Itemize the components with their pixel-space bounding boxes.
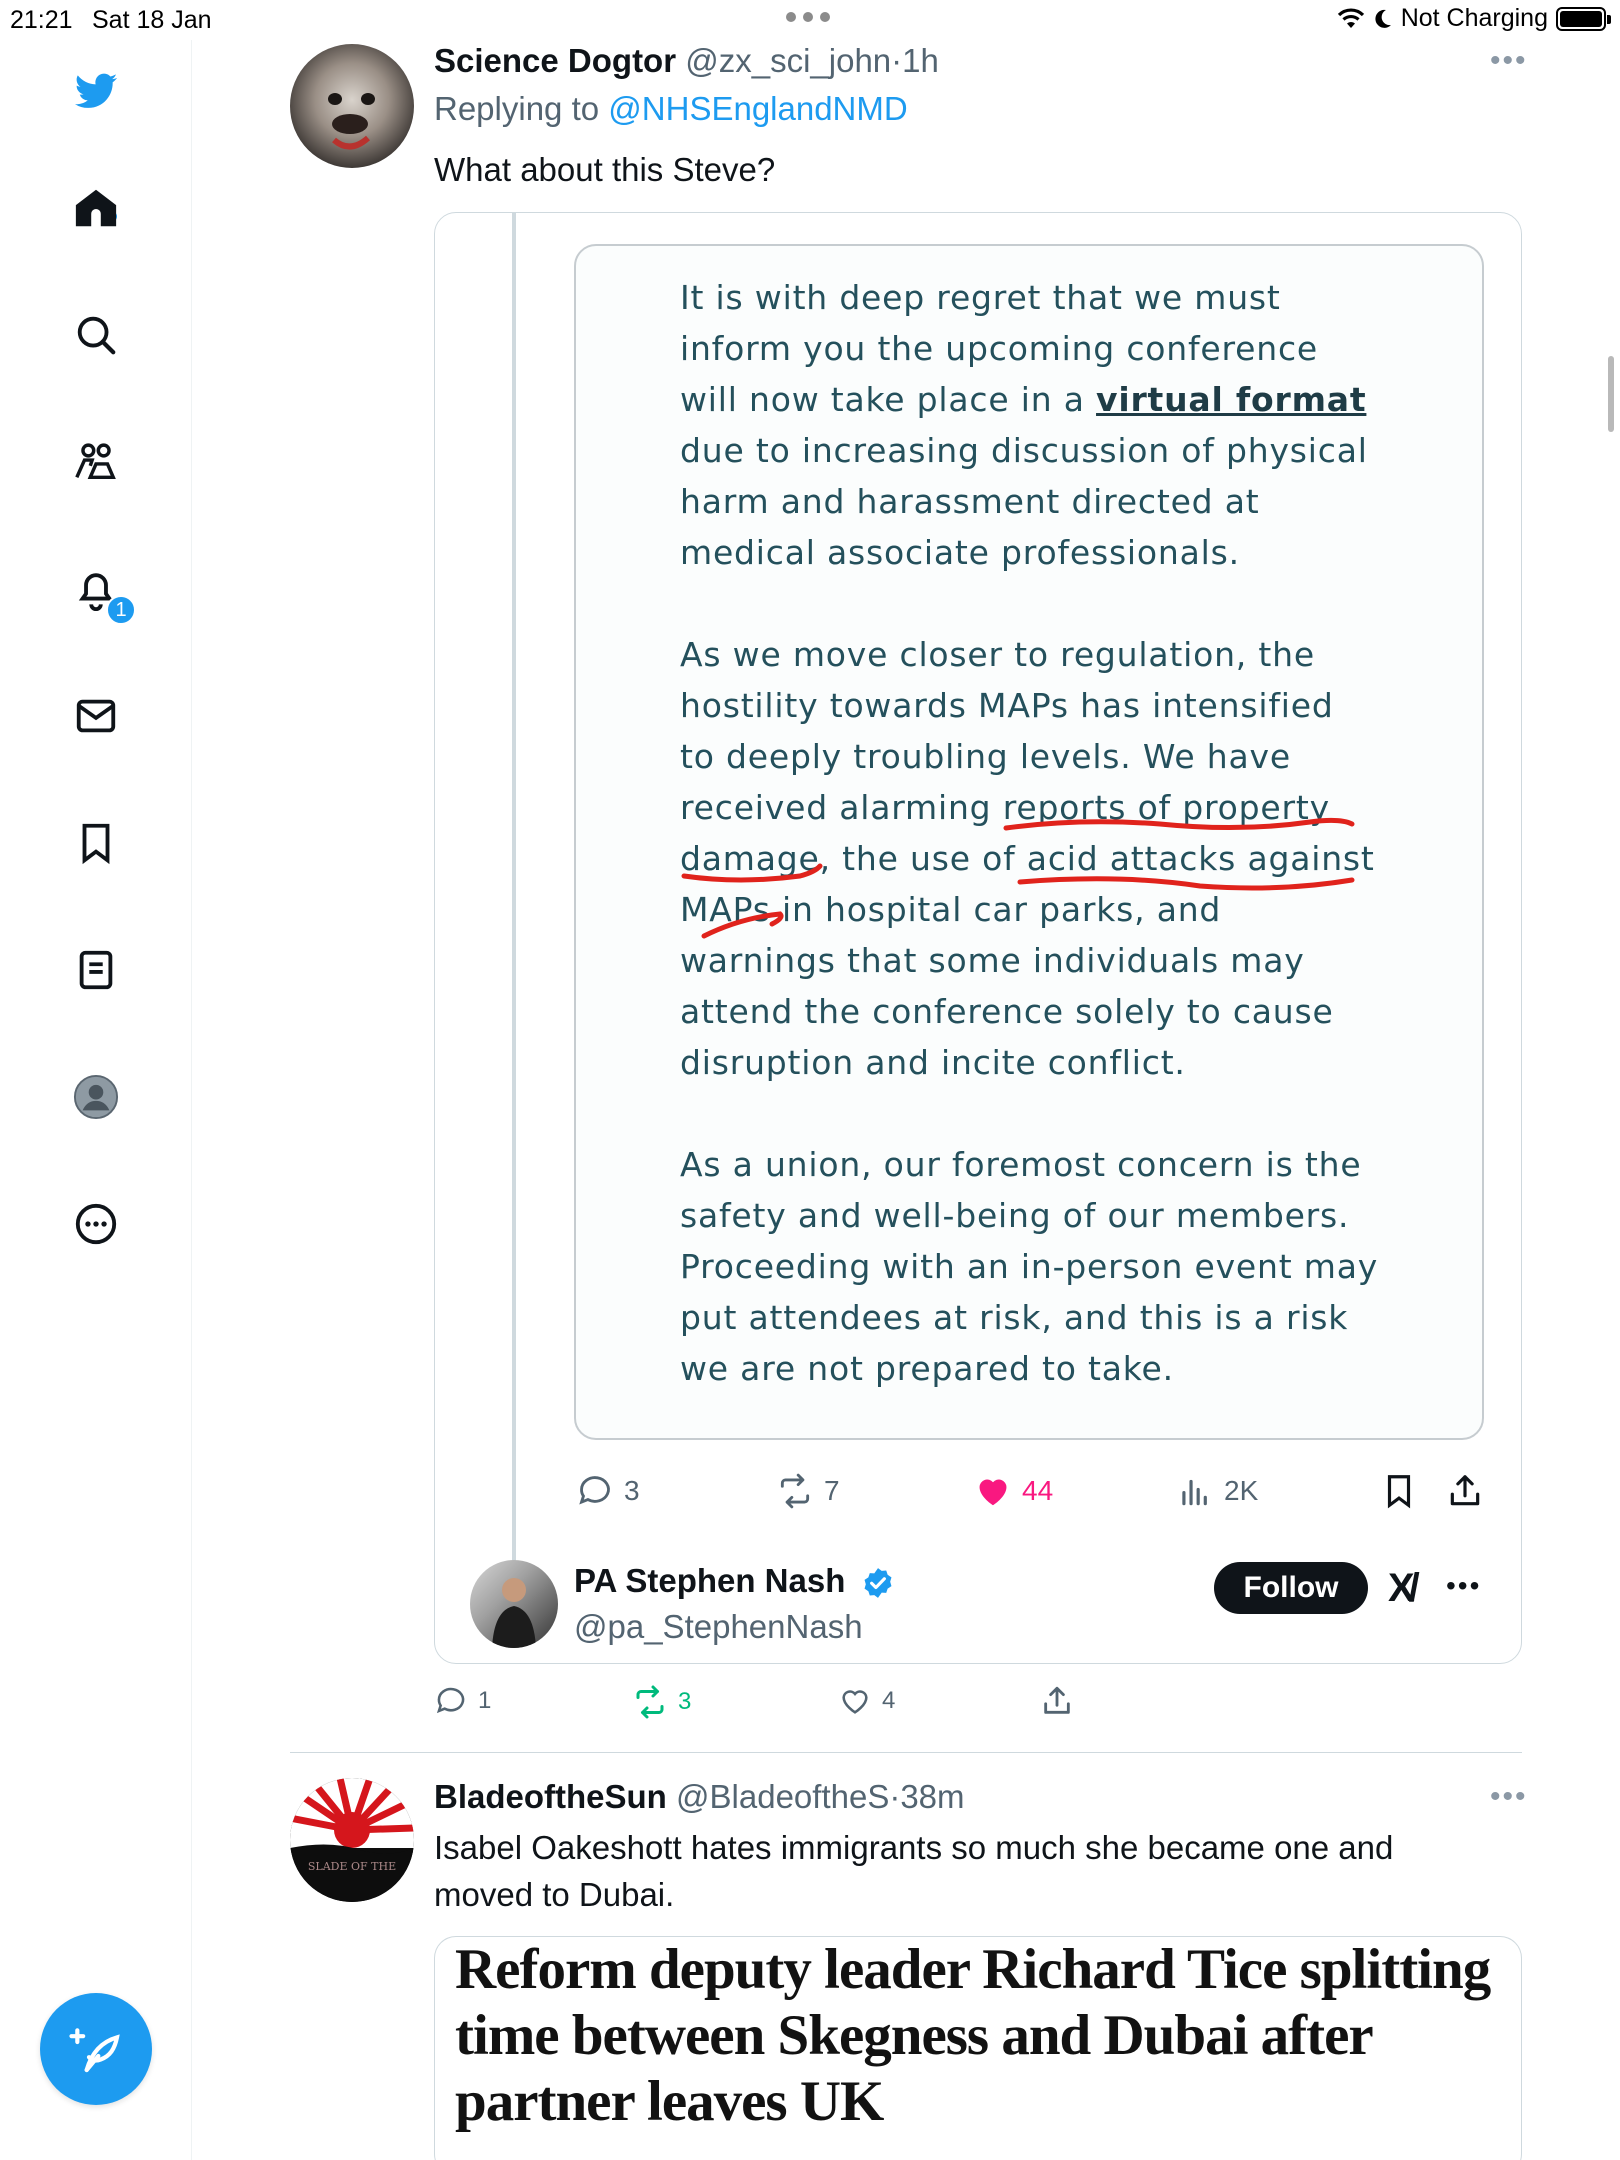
tweet1-reply-count: 1 — [478, 1687, 492, 1714]
tweet2-text-line1: Isabel Oakeshott hates immigrants so muc… — [434, 1829, 1394, 1866]
verified-badge-icon — [864, 1568, 892, 1599]
x-logo-icon[interactable]: X/ — [1388, 1566, 1420, 1611]
bookmark-icon — [1387, 1475, 1411, 1509]
quoted-author-handle[interactable]: @pa_StephenNash — [574, 1608, 863, 1645]
quoted-author-line: PA Stephen Nash — [574, 1562, 895, 1600]
quoted-author-handle-line: @pa_StephenNash — [574, 1608, 863, 1646]
quote-share-button[interactable] — [1446, 1472, 1484, 1510]
image-line: As a union, our foremost concern is the — [680, 1145, 1362, 1184]
retweet-active-icon — [636, 1685, 664, 1719]
quote-reply-button[interactable]: 3 — [576, 1472, 640, 1510]
quoted-author-name[interactable]: PA Stephen Nash — [574, 1562, 845, 1599]
profile-icon[interactable] — [70, 1071, 122, 1123]
quote-retweet-button[interactable]: 7 — [776, 1472, 840, 1510]
quote-like-button[interactable]: 44 — [974, 1472, 1053, 1510]
follow-button[interactable]: Follow — [1214, 1562, 1368, 1614]
image-line: we are not prepared to take. — [680, 1349, 1174, 1388]
avatar-bladeofthesun[interactable]: SLADE OF THE — [290, 1778, 414, 1902]
quote-reply-count: 3 — [624, 1475, 640, 1506]
quote-like-count: 44 — [1022, 1475, 1054, 1506]
quote-bookmark-button[interactable] — [1380, 1472, 1418, 1510]
compose-button[interactable] — [40, 1993, 152, 2105]
share-icon — [1044, 1686, 1070, 1714]
tweet2-header: BladeoftheSun @BladeoftheS·38m — [434, 1778, 965, 1816]
image-line: Proceeding with an in-person event may — [680, 1247, 1379, 1286]
tweet-separator — [290, 1752, 1522, 1753]
tweet2-time[interactable]: 38m — [900, 1778, 964, 1815]
tweet1-like-button[interactable]: 4 — [838, 1684, 895, 1718]
tweet1-reply-button[interactable]: 1 — [434, 1684, 491, 1718]
tweet1-retweet-button[interactable]: 3 — [632, 1684, 691, 1720]
heart-icon — [842, 1690, 868, 1714]
reply-icon — [579, 1476, 610, 1505]
quote-views-count: 2K — [1224, 1475, 1259, 1506]
heart-filled-icon — [979, 1479, 1007, 1506]
tweet2-text-line2: moved to Dubai. — [434, 1876, 675, 1913]
reply-icon — [436, 1687, 465, 1714]
tweet2-more-icon[interactable]: ••• — [1490, 1780, 1528, 1814]
image-line: safety and well-being of our members. — [680, 1196, 1350, 1235]
tweet2-display-name[interactable]: BladeoftheSun — [434, 1778, 667, 1815]
more-icon[interactable] — [70, 1198, 122, 1250]
share-icon — [1450, 1475, 1480, 1506]
tweet2-handle[interactable]: @BladeoftheS — [676, 1778, 889, 1815]
avatar-text: SLADE OF THE — [308, 1860, 396, 1873]
quote-retweet-count: 7 — [824, 1475, 840, 1506]
red-underline-scribbles — [681, 817, 1355, 939]
tweet2-separator: · — [889, 1778, 901, 1815]
image-line: disruption and incite conflict. — [680, 1043, 1186, 1082]
quoted-more-icon[interactable]: ••• — [1446, 1570, 1481, 1602]
tweet1-share-button[interactable] — [1040, 1684, 1074, 1718]
tweet1-like-count: 4 — [882, 1687, 896, 1714]
link-card-headline: Reform deputy leader Richard Tice splitt… — [455, 1938, 1491, 2133]
retweet-icon — [780, 1473, 810, 1509]
views-icon — [1182, 1479, 1207, 1506]
tweet1-retweet-count: 3 — [678, 1688, 692, 1715]
avatar-stephen-nash[interactable] — [470, 1560, 558, 1648]
quote-views-button[interactable]: 2K — [1176, 1472, 1258, 1510]
image-line: put attendees at risk, and this is a ris… — [680, 1298, 1349, 1337]
compose-icon — [69, 2028, 120, 2073]
link-card[interactable]: Reform deputy leader Richard Tice splitt… — [434, 1936, 1522, 2160]
